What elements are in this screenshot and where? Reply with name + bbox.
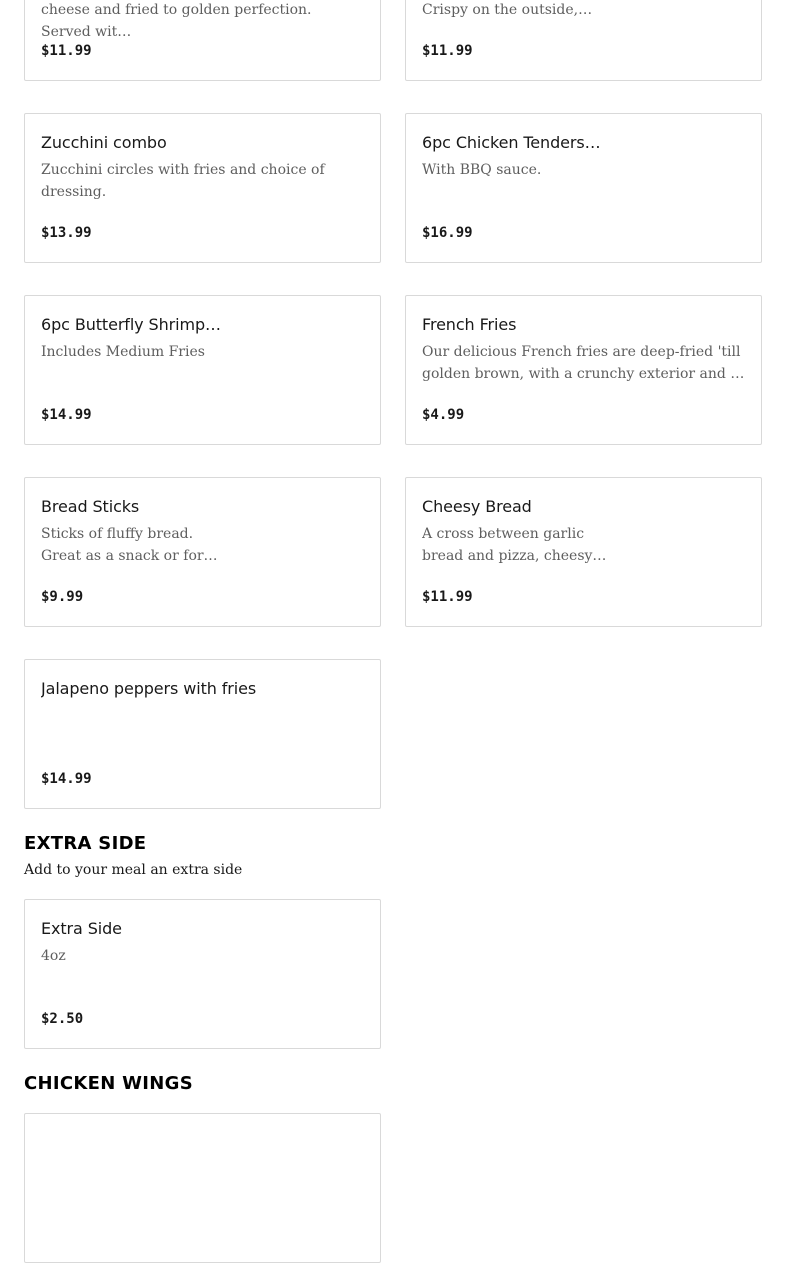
menu-item-card[interactable] bbox=[24, 1113, 381, 1263]
menu-item-card[interactable]: Extra Side 4oz $2.50 bbox=[24, 899, 381, 1049]
section-title-chicken-wings: CHICKEN WINGS bbox=[24, 1073, 194, 1094]
menu-item-price: $14.99 bbox=[41, 407, 92, 423]
menu-item-name: 6pc Chicken Tenders… bbox=[422, 133, 601, 152]
menu-item-card[interactable]: cheese and fried to golden perfection. S… bbox=[24, 0, 381, 81]
menu-item-card[interactable]: Bread Sticks Sticks of fluffy bread. Gre… bbox=[24, 477, 381, 627]
menu-item-card[interactable]: Jalapeno peppers with fries $14.99 bbox=[24, 659, 381, 809]
menu-item-price: $2.50 bbox=[41, 1011, 84, 1027]
menu-item-price: $11.99 bbox=[422, 589, 473, 605]
menu-item-price: $11.99 bbox=[41, 43, 92, 59]
menu-item-description: Includes Medium Fries bbox=[41, 344, 205, 360]
menu-item-name: Jalapeno peppers with fries bbox=[41, 679, 257, 698]
menu-item-description: Sticks of fluffy bread. Great as a snack… bbox=[41, 526, 218, 564]
menu-item-description: Our delicious French fries are deep-frie… bbox=[422, 344, 741, 382]
menu-item-price: $14.99 bbox=[41, 771, 92, 787]
menu-item-price: $13.99 bbox=[41, 225, 92, 241]
menu-item-price: $16.99 bbox=[422, 225, 473, 241]
menu-item-card[interactable]: Cheesy Bread A cross between garlic brea… bbox=[405, 477, 762, 627]
menu-item-name: Extra Side bbox=[41, 919, 122, 938]
menu-item-price: $11.99 bbox=[422, 43, 473, 59]
menu-item-card[interactable]: Crispy on the outside,… $11.99 bbox=[405, 0, 762, 81]
menu-item-description: With BBQ sauce. bbox=[422, 162, 542, 178]
menu-item-name: 6pc Butterfly Shrimp… bbox=[41, 315, 221, 334]
menu-item-description: 4oz bbox=[41, 948, 66, 964]
menu-item-price: $4.99 bbox=[422, 407, 465, 423]
menu-item-card[interactable]: Zucchini combo Zucchini circles with fri… bbox=[24, 113, 381, 263]
section-title-extra-side: EXTRA SIDE bbox=[24, 833, 147, 854]
menu-item-name: French Fries bbox=[422, 315, 517, 334]
section-subtitle-extra-side: Add to your meal an extra side bbox=[24, 862, 243, 878]
menu-item-price: $9.99 bbox=[41, 589, 84, 605]
menu-item-description: Zucchini circles with fries and choice o… bbox=[41, 162, 325, 200]
menu-item-name: Cheesy Bread bbox=[422, 497, 532, 516]
menu-item-card[interactable]: French Fries Our delicious French fries … bbox=[405, 295, 762, 445]
menu-item-name: Zucchini combo bbox=[41, 133, 167, 152]
menu-item-card[interactable]: 6pc Chicken Tenders… With BBQ sauce. $16… bbox=[405, 113, 762, 263]
menu-item-description: A cross between garlic bread and pizza, … bbox=[422, 526, 607, 564]
menu-item-description: cheese and fried to golden perfection. S… bbox=[41, 2, 312, 40]
menu-item-description: Crispy on the outside,… bbox=[422, 2, 593, 18]
menu-item-name: Bread Sticks bbox=[41, 497, 140, 516]
menu-item-card[interactable]: 6pc Butterfly Shrimp… Includes Medium Fr… bbox=[24, 295, 381, 445]
